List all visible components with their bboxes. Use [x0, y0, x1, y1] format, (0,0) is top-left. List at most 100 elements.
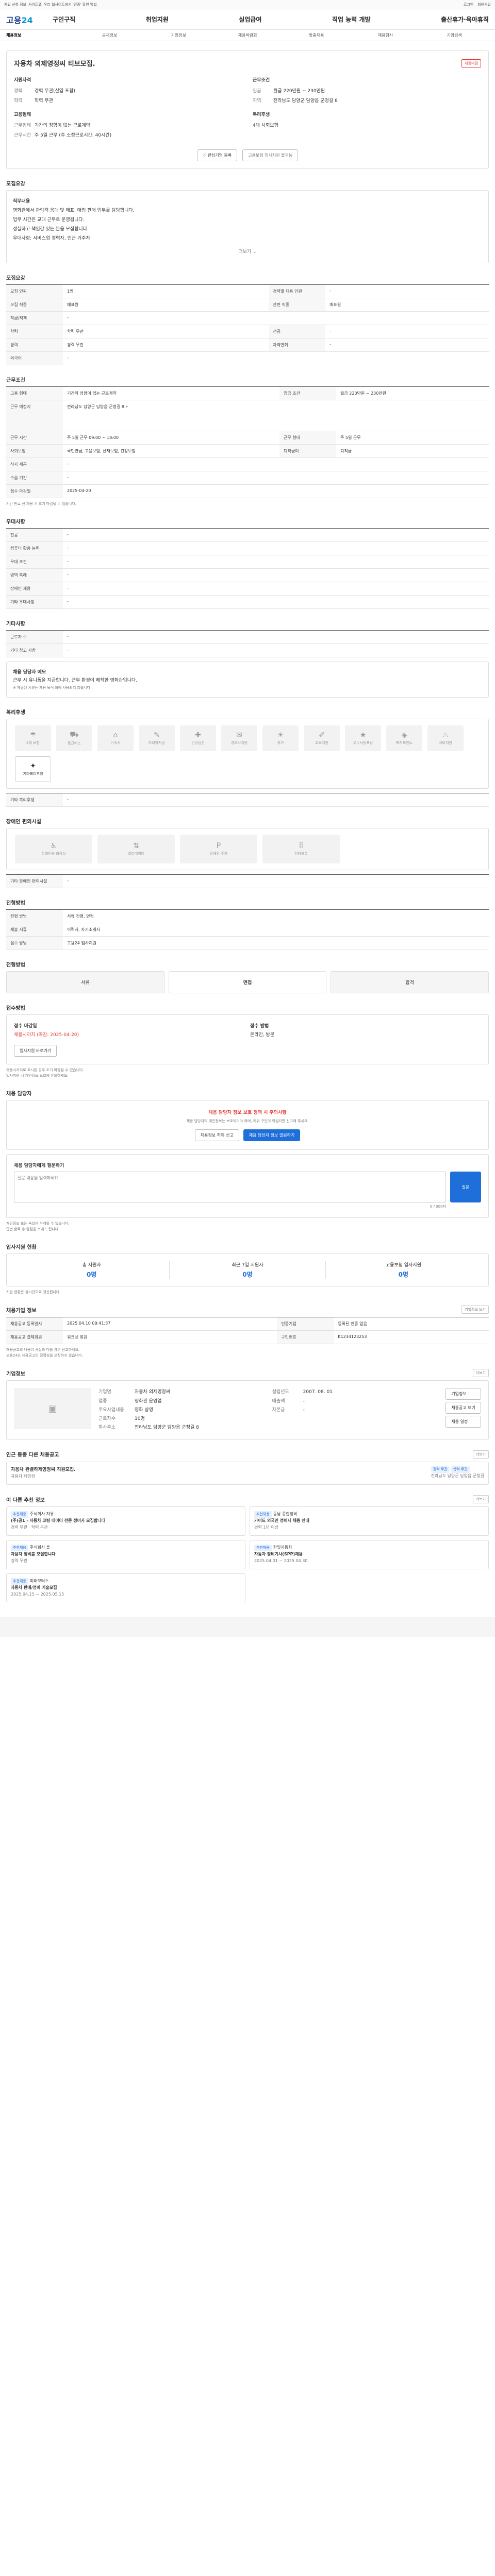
recommend-card[interactable]: 추천채용 동남 종합정비 가이드 외국인 정비사 채용 안내 경력 1년 이상	[250, 1506, 489, 1536]
desc-line: 성실하고 책임감 있는 분을 모집합니다.	[13, 227, 89, 232]
facility-item: ⠿ 점자블록	[262, 834, 340, 863]
kv-value: 영화 상영	[135, 1407, 153, 1413]
welfare-item: ★ 우수사원포상	[345, 725, 381, 751]
welfare-item: ✐ 교육지원	[304, 725, 340, 751]
report-button[interactable]: 채용정보 허위 신고	[194, 1129, 239, 1142]
util-link[interactable]: 자립 신청 정보	[4, 2, 26, 7]
badge: 추천채용	[11, 1578, 28, 1585]
kv-value: 고용24 입사지원	[63, 936, 489, 950]
company-info-link[interactable]: 기업정보	[446, 1388, 482, 1400]
kv-key: 경력	[6, 338, 63, 352]
util-link[interactable]: 사이트맵	[28, 2, 42, 7]
memo-box: 채용 담당자 메모 근무 시 유니폼을 지급합니다. 근무 환경이 쾌적한 영화…	[6, 662, 489, 698]
kv-value: 월급 220만원 ~ 230만원	[336, 386, 489, 400]
more-button[interactable]: 더보기	[238, 249, 251, 255]
tag: 경력 무관	[431, 1466, 450, 1473]
kv-value: -	[63, 541, 489, 556]
nav-item[interactable]: 실업급여	[239, 15, 261, 24]
subnav-item[interactable]: 기업정보	[144, 32, 213, 38]
nav-item[interactable]: 구인구직	[53, 15, 75, 24]
section-title: 인근 동종 다른 채용공고	[6, 1452, 59, 1459]
recommend-list: 추천채용 주식회사 자유 (주)공1 - 자동차 코팅 데이터 전문 정비사 모집…	[6, 1506, 489, 1603]
signup-link[interactable]: 회원가입	[477, 2, 491, 7]
subnav-item[interactable]: 기업검색	[420, 32, 489, 38]
submit-question-button[interactable]: 질문	[450, 1172, 481, 1203]
welfare-label: 경조사지원	[230, 740, 248, 745]
section-title: 전형방법	[6, 962, 25, 968]
subnav-item[interactable]: 맞춤채용	[282, 32, 351, 38]
nav-item[interactable]: 직업 능력 개발	[332, 15, 371, 24]
kv-value: 이력서, 자기소개서	[63, 923, 489, 937]
recommend-card[interactable]: 추천채용 주식회사 자유 (주)공1 - 자동차 코팅 데이터 전문 정비사 모집…	[6, 1506, 245, 1536]
question-input[interactable]	[14, 1172, 446, 1203]
company-name: 자용차 제영정	[11, 1474, 35, 1479]
apply-button[interactable]: 입사지원 바로가기	[14, 1044, 57, 1057]
more-button[interactable]: 더보기	[472, 1450, 489, 1459]
util-link[interactable]: 우리 웹사이트에서 '인증' 확인 방법	[44, 2, 97, 7]
favorite-button[interactable]: ♡ 관심기업 등록	[196, 149, 238, 161]
kv-value: -	[325, 325, 489, 338]
note: 기간 만료 전 채용 시 조기 마감될 수 있습니다.	[6, 502, 76, 506]
company-info-button[interactable]: 기업정보 보기	[461, 1306, 489, 1314]
welfare-item: ♨ 식비지원	[427, 725, 464, 751]
kv-key: 경력별 채용 인원	[269, 284, 326, 298]
company-schedule-link[interactable]: 채용 일정	[446, 1416, 482, 1428]
misc-table: 근로자 수- 기타 참고 사항 -	[6, 630, 489, 658]
more-button[interactable]: 더보기	[472, 1495, 489, 1504]
section-title: 전형방법	[6, 900, 25, 906]
subnav-item[interactable]: 채용행사	[351, 32, 420, 38]
process-steps: 서류 면접 합격	[6, 971, 489, 993]
subnav-item[interactable]: 채용정보	[6, 32, 75, 38]
desc-line: 우대사항: 서비스업 경력자, 인근 거주자	[13, 236, 90, 241]
similar-job-card[interactable]: 자용차 완결하제영정씨 직원모집. 자용차 제영정 경력 무관 학력 무관 전라남…	[6, 1461, 489, 1485]
subnav-item[interactable]: 채용박람회	[213, 32, 282, 38]
kv-value: -	[303, 1407, 305, 1413]
kv-value: 10명	[135, 1416, 145, 1421]
recommend-card[interactable]: 추천채용 주식회사 올 자용차 정비를 모집합니다 경력 무관	[6, 1539, 245, 1569]
kv-value: 2025.04.10 09:41:37	[63, 1317, 277, 1331]
step-item: 합격	[331, 971, 489, 993]
recommend-card[interactable]: 추천채용 미래모터스 자동차 판매/정비 기술모집 2025.04.15 ~ 20…	[6, 1573, 245, 1603]
more-button[interactable]: 더보기	[472, 1369, 489, 1378]
company-name: 한빛자동차	[273, 1545, 292, 1550]
login-link[interactable]: 로그인	[464, 2, 473, 7]
recommend-card[interactable]: 추천채용 한빛자동차 자동차 정비기사(SPP)채용 2025.04.01 ~ 2…	[250, 1539, 489, 1569]
kv-value: -	[63, 595, 489, 609]
welfare-icon: ♨	[442, 731, 449, 739]
nav-item[interactable]: 출산휴가·육아휴직	[441, 15, 489, 24]
facility-icon: P	[216, 841, 221, 850]
nav-item[interactable]: 취업지원	[146, 15, 169, 24]
kv-value: -	[63, 874, 489, 888]
view-contact-button[interactable]: 채용 담당자 정보 열람하기	[243, 1129, 301, 1142]
disability-grid: ♿ 장애인용 화장실 ⇅ 엘리베이터 P 장애인 주차 ⠿ 점자블록	[6, 827, 489, 870]
welfare-item: ✦ 기타복리후생	[15, 756, 51, 782]
welfare-item: ⛟ 통근버스	[56, 725, 92, 751]
kv-key: 자본금	[272, 1407, 285, 1413]
btn-label: 관심기업 등록	[207, 153, 232, 158]
kv-value: 자용차 외제영정씨	[135, 1389, 171, 1395]
welfare-label: 우수사원포상	[353, 740, 373, 745]
top-utility-bar: 자립 신청 정보 사이트맵 우리 웹사이트에서 '인증' 확인 방법 로그인 회…	[0, 0, 495, 9]
welfare-icon: ☂	[29, 731, 37, 739]
kv-key: 근무시간	[14, 133, 31, 138]
site-logo[interactable]: 고용24	[6, 13, 53, 26]
welfare-label: 휴가	[277, 740, 284, 745]
meta: 경력 무관	[11, 1558, 27, 1563]
apply-disabled-button[interactable]: 고용보험 입사지원 불가능	[242, 149, 299, 161]
job-title: 자용차 정비를 모집합니다	[11, 1552, 56, 1557]
map-pin-icon[interactable]: ⌖	[126, 404, 128, 409]
meta: 경력 무관 · 학력 무관	[11, 1525, 48, 1530]
contact-box: 채용 담당자 정보 보호 정책 시 주의사항 채용 담당자의 개인정보는 보호되…	[6, 1100, 489, 1150]
job-title: 자동차 정비기사(SPP)채용	[254, 1552, 303, 1557]
kv-value: 2025-04-20	[63, 484, 489, 498]
facility-label: 장애인 주차	[209, 851, 228, 856]
company-postings-link[interactable]: 채용공고 보기	[446, 1402, 482, 1414]
memo-title: 채용 담당자 메모	[13, 670, 46, 675]
alert-desc: 채용 담당자의 개인정보는 보호되어야 하며, 허위 구인이 의심되면 신고해 …	[186, 1119, 309, 1124]
stat-label: 고용보험 입사지원	[385, 1262, 421, 1268]
subnav-item[interactable]: 공채정보	[75, 32, 144, 38]
kv-value: 채용시까지 (마감: 2025-04-20)	[14, 1032, 79, 1038]
kv-value: K1234123253	[334, 1330, 489, 1345]
badge: 추천채용	[11, 1544, 28, 1552]
disability-extra-table: 기타 장애인 편의시설 -	[6, 874, 489, 888]
